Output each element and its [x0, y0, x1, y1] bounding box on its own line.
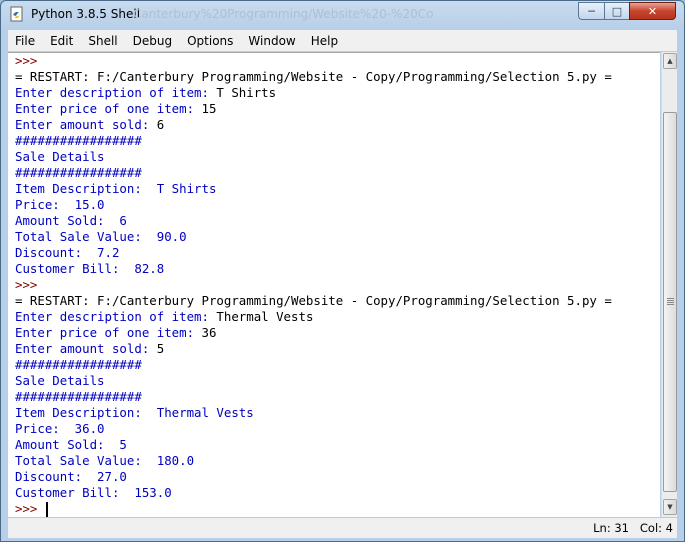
shell-text-stdout: Item Description: T Shirts: [15, 181, 217, 196]
shell-line: Enter description of item: Thermal Vests: [15, 309, 313, 325]
shell-line: >>>: [15, 53, 37, 69]
shell-line: #################: [15, 389, 142, 405]
shell-text-stdout: Sale Details: [15, 149, 105, 164]
shell-line: Customer Bill: 153.0: [15, 485, 172, 501]
shell-line: Customer Bill: 82.8: [15, 261, 164, 277]
shell-line: Enter price of one item: 36: [15, 325, 216, 341]
shell-line: Item Description: T Shirts: [15, 181, 216, 197]
shell-line: = RESTART: F:/Canterbury Programming/Web…: [15, 69, 612, 85]
shell-line: #################: [15, 133, 142, 149]
shell-text-prompt: >>>: [15, 53, 38, 68]
shell-line: Discount: 7.2: [15, 245, 119, 261]
status-column-number: Col: 4: [639, 521, 673, 535]
shell-line: Price: 15.0: [15, 197, 105, 213]
menu-help[interactable]: Help: [304, 34, 346, 48]
window-title: Python 3.8.5 Shell: [31, 7, 141, 21]
shell-text-prompt: >>>: [15, 277, 38, 292]
shell-line: Enter description of item: T Shirts: [15, 85, 276, 101]
maximize-button[interactable]: □: [604, 2, 630, 20]
shell-text-stdin: T Shirts: [216, 85, 277, 100]
title-bar[interactable]: Python 3.8.5 Shell Canterbury%20Programm…: [1, 1, 684, 29]
shell-text-stdin: Thermal Vests: [216, 309, 314, 324]
shell-line: Price: 36.0: [15, 421, 105, 437]
text-cursor: [46, 502, 48, 517]
menu-options[interactable]: Options: [180, 34, 241, 48]
close-icon: ✕: [647, 4, 658, 18]
shell-line: Enter amount sold: 6: [15, 117, 164, 133]
status-bar: Ln: 31 Col: 4: [8, 517, 677, 538]
shell-text-stdout: #################: [15, 357, 142, 372]
scroll-up-button[interactable]: ▲: [663, 53, 677, 69]
shell-text-stdout: Discount: 7.2: [15, 245, 120, 260]
shell-text-stdout: #################: [15, 165, 142, 180]
menu-debug[interactable]: Debug: [126, 34, 180, 48]
shell-text-stdin: 5: [156, 341, 165, 356]
scrollbar-grip: [667, 298, 674, 299]
shell-text-stdout: Customer Bill: 153.0: [15, 485, 172, 500]
scroll-up-arrow-icon: ▲: [667, 57, 673, 65]
shell-line: Amount Sold: 6: [15, 213, 127, 229]
shell-text-stdout: Amount Sold: 5: [15, 437, 127, 452]
shell-text-stdout: Enter description of item:: [15, 309, 217, 324]
window-title-faded: Canterbury%20Programming/Website%20-%20C…: [133, 7, 433, 21]
close-button[interactable]: ✕: [629, 2, 676, 20]
shell-text-stdout: Total Sale Value: 180.0: [15, 453, 195, 468]
python-idle-icon: [10, 6, 23, 22]
shell-text-stdout: #################: [15, 133, 142, 148]
shell-line: = RESTART: F:/Canterbury Programming/Web…: [15, 293, 612, 309]
shell-text-stdout: Amount Sold: 6: [15, 213, 127, 228]
shell-text-stdout: Enter price of one item:: [15, 325, 202, 340]
shell-text-stdout: #################: [15, 389, 142, 404]
shell-line: Discount: 27.0: [15, 469, 127, 485]
shell-text-stdout: Price: 15.0: [15, 197, 105, 212]
minimize-icon: ─: [588, 4, 595, 18]
shell-text-stdout: Enter description of item:: [15, 85, 217, 100]
shell-line: Sale Details: [15, 149, 105, 165]
shell-text-stdout: Total Sale Value: 90.0: [15, 229, 187, 244]
menu-edit[interactable]: Edit: [43, 34, 81, 48]
shell-text-stdout: Item Description: Thermal Vests: [15, 405, 254, 420]
shell-text-stdout: Enter amount sold:: [15, 341, 157, 356]
shell-line: Total Sale Value: 90.0: [15, 229, 187, 245]
shell-line: Sale Details: [15, 373, 105, 389]
menu-file[interactable]: File: [8, 34, 43, 48]
maximize-icon: □: [611, 4, 623, 18]
shell-line: Item Description: Thermal Vests: [15, 405, 254, 421]
shell-text-area[interactable]: >>> = RESTART: F:/Canterbury Programming/…: [8, 52, 660, 518]
menu-bar: File Edit Shell Debug Options Window Hel…: [8, 30, 677, 51]
shell-text-restart: = RESTART: F:/Canterbury Programming/Web…: [15, 293, 612, 308]
shell-line: Enter price of one item: 15: [15, 101, 216, 117]
shell-text-restart: = RESTART: F:/Canterbury Programming/Web…: [15, 69, 612, 84]
shell-line: Total Sale Value: 180.0: [15, 453, 194, 469]
vertical-scrollbar[interactable]: ▲ ▼: [661, 52, 677, 517]
shell-text-stdout: Price: 36.0: [15, 421, 105, 436]
idle-shell-window: Python 3.8.5 Shell Canterbury%20Programm…: [0, 0, 685, 542]
shell-text-stdout: Discount: 27.0: [15, 469, 127, 484]
shell-text-stdin: 15: [201, 101, 217, 116]
shell-text-prompt: >>>: [15, 501, 45, 516]
shell-line: >>>: [15, 501, 45, 517]
scrollbar-thumb[interactable]: [663, 112, 677, 492]
menu-window[interactable]: Window: [241, 34, 303, 48]
shell-line: Enter amount sold: 5: [15, 341, 164, 357]
shell-line: #################: [15, 165, 142, 181]
shell-line: >>>: [15, 277, 37, 293]
scroll-down-button[interactable]: ▼: [663, 499, 677, 515]
shell-text-stdin: 36: [201, 325, 217, 340]
shell-text-stdout: Enter amount sold:: [15, 117, 157, 132]
menu-shell[interactable]: Shell: [81, 34, 125, 48]
shell-line: #################: [15, 357, 142, 373]
shell-text-stdout: Enter price of one item:: [15, 101, 202, 116]
shell-text-stdin: 6: [156, 117, 165, 132]
scroll-down-arrow-icon: ▼: [667, 503, 673, 511]
shell-text-stdout: Customer Bill: 82.8: [15, 261, 165, 276]
shell-text-stdout: Sale Details: [15, 373, 105, 388]
minimize-button[interactable]: ─: [578, 2, 605, 20]
shell-line: Amount Sold: 5: [15, 437, 127, 453]
status-line-number: Ln: 31: [593, 521, 629, 535]
